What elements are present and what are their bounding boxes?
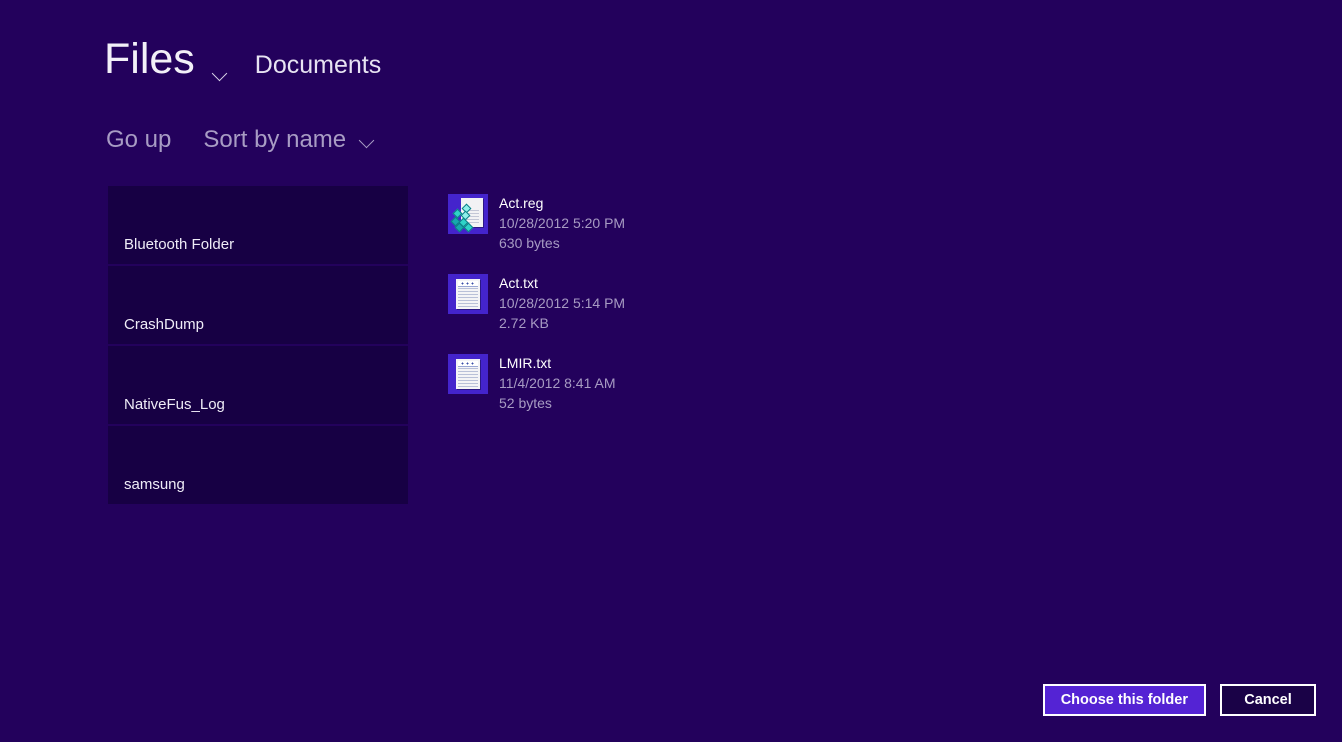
breadcrumb-current-folder[interactable]: Documents (255, 53, 381, 78)
sort-by-name-button[interactable]: Sort by name (203, 128, 378, 152)
file-size: 52 bytes (499, 395, 552, 411)
sort-by-name-label: Sort by name (203, 126, 347, 153)
folder-tile[interactable]: samsung (108, 426, 408, 504)
file-name: Act.reg (499, 195, 544, 211)
folder-name: Bluetooth Folder (124, 236, 235, 253)
file-date: 11/4/2012 8:41 AM (499, 375, 616, 391)
file-name: Act.txt (499, 275, 538, 291)
footer-button-bar: Choose this folder Cancel (1042, 684, 1316, 716)
registry-file-icon (448, 194, 488, 234)
text-file-icon (448, 354, 488, 394)
file-size: 2.72 KB (499, 315, 549, 331)
folder-tile[interactable]: NativeFus_Log (108, 346, 408, 424)
folder-name: samsung (124, 476, 185, 493)
file-date: 10/28/2012 5:20 PM (499, 215, 626, 231)
file-date: 10/28/2012 5:14 PM (499, 295, 626, 311)
folder-name: NativeFus_Log (124, 396, 225, 413)
file-list: Act.reg 10/28/2012 5:20 PM 630 bytes Act… (448, 192, 868, 432)
file-name: LMIR.txt (499, 355, 552, 371)
file-row[interactable]: Act.reg 10/28/2012 5:20 PM 630 bytes (448, 192, 868, 272)
chevron-down-icon (358, 132, 378, 152)
command-bar: Go up Sort by name (106, 123, 378, 157)
cancel-button[interactable]: Cancel (1220, 684, 1316, 716)
choose-this-folder-button[interactable]: Choose this folder (1042, 684, 1206, 716)
picker-header: Files Documents (104, 38, 381, 100)
go-up-button[interactable]: Go up (106, 128, 171, 152)
file-size: 630 bytes (499, 235, 560, 251)
folder-name: CrashDump (124, 316, 205, 333)
folder-tile[interactable]: CrashDump (108, 266, 408, 344)
page-title: Files (104, 35, 195, 83)
file-row[interactable]: Act.txt 10/28/2012 5:14 PM 2.72 KB (448, 272, 868, 352)
folder-tile[interactable]: Bluetooth Folder (108, 186, 408, 264)
folder-list: Bluetooth Folder CrashDump NativeFus_Log… (108, 186, 408, 506)
file-row[interactable]: LMIR.txt 11/4/2012 8:41 AM 52 bytes (448, 352, 868, 432)
chevron-down-icon[interactable] (211, 65, 231, 85)
text-file-icon (448, 274, 488, 314)
